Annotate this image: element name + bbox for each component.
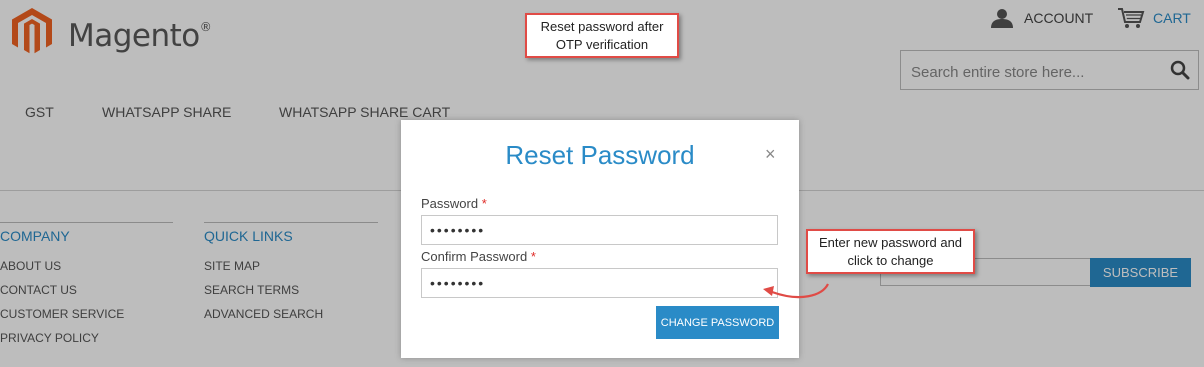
close-icon[interactable]: × bbox=[765, 144, 776, 165]
annotation-text: Reset password after bbox=[540, 19, 664, 34]
required-marker: * bbox=[530, 249, 536, 264]
change-password-button[interactable]: CHANGE PASSWORD bbox=[656, 306, 779, 339]
annotation-text: Enter new password and bbox=[818, 235, 963, 250]
store-page: Magento® ACCOUNT CART GST WHATSAPP SHARE… bbox=[0, 0, 1204, 367]
annotation-text: click to change bbox=[847, 253, 934, 268]
password-field[interactable] bbox=[421, 215, 778, 245]
confirm-password-label: Confirm Password * bbox=[421, 249, 536, 264]
password-label: Password * bbox=[421, 196, 487, 211]
required-marker: * bbox=[481, 196, 487, 211]
annotation-callout-change: Enter new password and click to change bbox=[806, 229, 975, 274]
annotation-callout-otp: Reset password after OTP verification bbox=[525, 13, 679, 58]
annotation-text: OTP verification bbox=[555, 37, 649, 52]
modal-title: Reset Password bbox=[505, 140, 695, 170]
confirm-password-field[interactable] bbox=[421, 268, 778, 298]
annotation-arrow-icon bbox=[763, 283, 829, 299]
reset-password-modal: Reset Password × Password * Confirm Pass… bbox=[401, 120, 799, 358]
